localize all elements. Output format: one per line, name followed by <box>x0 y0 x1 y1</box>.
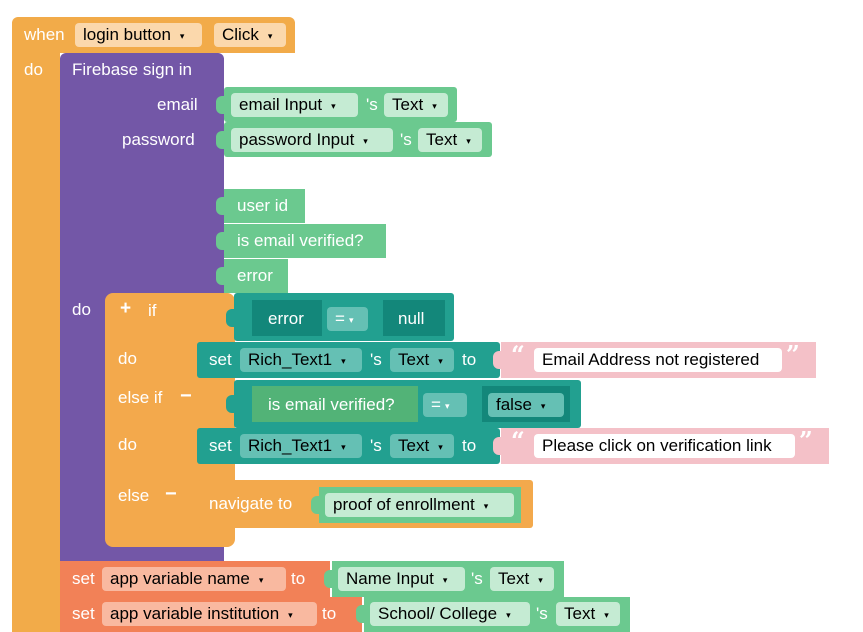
possessive-label: 's <box>366 95 378 114</box>
plus-icon[interactable]: + <box>120 299 131 319</box>
chevron-down-icon: ▾ <box>438 355 443 366</box>
set-label: set <box>72 604 95 623</box>
error-getter-label: error <box>268 309 304 328</box>
event-block-spine <box>12 50 60 632</box>
chevron-down-icon: ▾ <box>258 574 264 585</box>
to-label: to <box>462 350 477 369</box>
property-dropdown[interactable]: Text ▾ <box>390 434 454 458</box>
possessive-label: 's <box>536 604 548 623</box>
quote-close-icon: ” <box>786 340 800 369</box>
firebase-do-label: do <box>72 300 91 319</box>
else-label: else <box>118 486 150 505</box>
quote-open-icon: “ <box>511 340 525 369</box>
email-verified-getter-label: is email verified? <box>268 395 395 414</box>
component-dropdown[interactable]: Rich_Text1 ▾ <box>240 348 362 372</box>
school-input-dropdown[interactable]: School/ College ▾ <box>370 602 530 626</box>
socket-notch <box>216 197 224 215</box>
chevron-down-icon: ▾ <box>363 135 368 146</box>
text-literal-field[interactable]: Please click on verification link <box>534 434 795 458</box>
chevron-down-icon: ▾ <box>506 609 511 620</box>
chevron-down-icon: ▾ <box>438 441 443 452</box>
socket-notch <box>493 437 501 455</box>
chevron-down-icon: ▾ <box>348 314 354 325</box>
operator-dropdown[interactable]: = ▾ <box>327 307 368 331</box>
false-dropdown[interactable]: false ▾ <box>488 393 564 417</box>
socket-notch <box>311 496 319 514</box>
chevron-down-icon: ▾ <box>538 574 543 585</box>
set-label: set <box>209 436 232 455</box>
navigate-label: navigate to <box>209 494 293 513</box>
chevron-down-icon: ▾ <box>604 609 609 620</box>
chevron-down-icon: ▾ <box>341 441 346 452</box>
app-variable-dropdown[interactable]: app variable name ▾ <box>102 567 286 591</box>
chevron-down-icon: ▾ <box>331 100 336 111</box>
do-label: do <box>24 60 43 79</box>
to-label: to <box>322 604 337 623</box>
chevron-down-icon: ▾ <box>442 574 448 585</box>
property-dropdown[interactable]: Text ▾ <box>390 348 454 372</box>
socket-notch <box>226 395 234 413</box>
socket-notch <box>216 267 224 285</box>
chevron-down-icon: ▾ <box>483 500 489 511</box>
password-input-dropdown[interactable]: password Input ▾ <box>231 128 393 152</box>
set-label: set <box>72 569 95 588</box>
socket-notch <box>324 570 332 588</box>
output-email-verified-label: is email verified? <box>237 231 364 250</box>
socket-notch <box>493 351 501 369</box>
when-label: when <box>24 25 65 44</box>
if-label: if <box>148 301 157 320</box>
operator-dropdown[interactable]: = ▾ <box>423 393 467 417</box>
socket-notch <box>226 309 234 327</box>
component-dropdown[interactable]: Rich_Text1 ▾ <box>240 434 362 458</box>
app-variable-dropdown[interactable]: app variable institution ▾ <box>102 602 317 626</box>
output-user-id-label: user id <box>237 196 289 215</box>
possessive-label: 's <box>370 350 382 369</box>
property-dropdown[interactable]: Text ▾ <box>556 602 620 626</box>
chevron-down-icon: ▾ <box>341 355 346 366</box>
possessive-label: 's <box>471 569 483 588</box>
property-dropdown[interactable]: Text ▾ <box>490 567 554 591</box>
minus-icon[interactable]: − <box>180 386 192 406</box>
null-label: null <box>398 309 425 328</box>
text-literal-field[interactable]: Email Address not registered <box>534 348 782 372</box>
email-input-dropdown[interactable]: email Input ▾ <box>231 93 358 117</box>
password-label: password <box>122 130 195 149</box>
chevron-down-icon: ▾ <box>432 100 437 111</box>
do-label: do <box>118 349 137 368</box>
possessive-label: 's <box>370 436 382 455</box>
do-label: do <box>118 435 137 454</box>
possessive-label: 's <box>400 130 412 149</box>
socket-notch <box>216 232 224 250</box>
minus-icon[interactable]: − <box>165 484 177 504</box>
else-if-label: else if <box>118 388 163 407</box>
event-dropdown[interactable]: Click ▾ <box>214 23 286 47</box>
screen-dropdown[interactable]: proof of enrollment ▾ <box>325 493 514 517</box>
quote-close-icon: ” <box>799 426 813 455</box>
chevron-down-icon: ▾ <box>444 400 450 411</box>
output-error-label: error <box>237 266 273 285</box>
chevron-down-icon: ▾ <box>540 400 546 411</box>
chevron-down-icon: ▾ <box>466 135 471 146</box>
chevron-down-icon: ▾ <box>179 30 185 41</box>
chevron-down-icon: ▾ <box>267 30 273 41</box>
to-label: to <box>291 569 306 588</box>
set-label: set <box>209 350 232 369</box>
email-label: email <box>157 95 198 114</box>
quote-open-icon: “ <box>511 426 525 455</box>
socket-notch <box>216 131 224 149</box>
socket-notch <box>216 96 224 114</box>
firebase-title: Firebase sign in <box>72 60 193 79</box>
socket-notch <box>356 605 364 623</box>
name-input-dropdown[interactable]: Name Input ▾ <box>338 567 465 591</box>
to-label: to <box>462 436 477 455</box>
email-property-dropdown[interactable]: Text ▾ <box>384 93 448 117</box>
password-property-dropdown[interactable]: Text ▾ <box>418 128 482 152</box>
component-dropdown[interactable]: login button ▾ <box>75 23 202 47</box>
chevron-down-icon: ▾ <box>288 609 293 620</box>
